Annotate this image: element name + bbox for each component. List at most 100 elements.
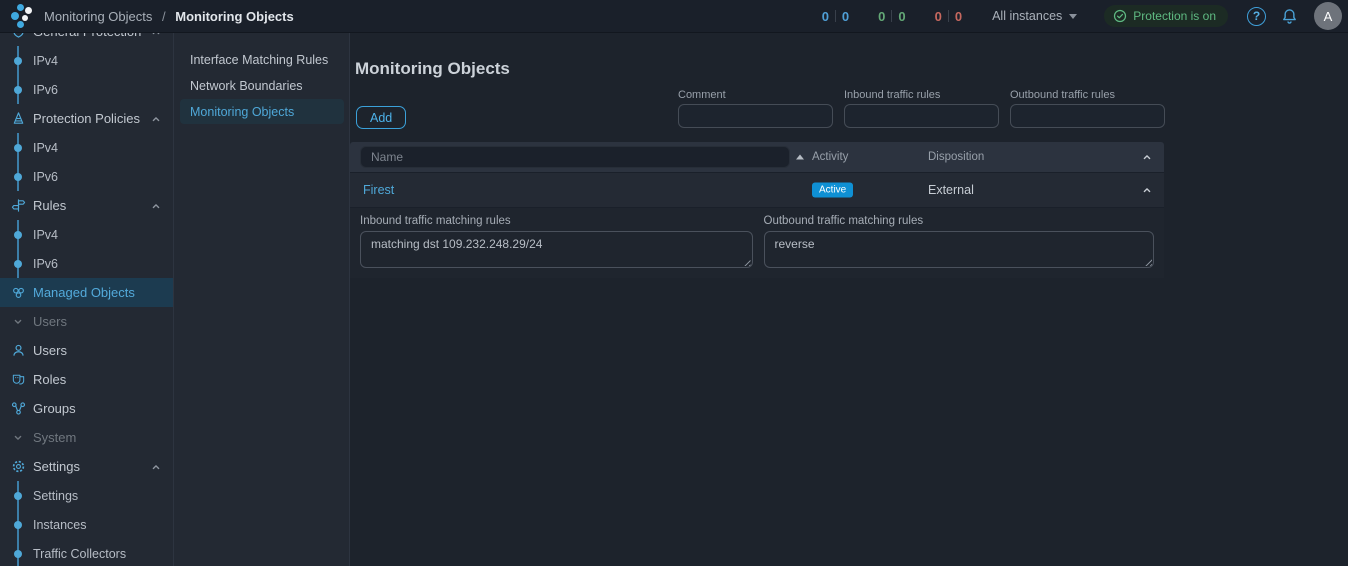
sidebar-item-settings[interactable]: Settings (0, 452, 173, 481)
outbound-traffic-rules-input[interactable] (1010, 104, 1165, 128)
subnav-item-label: Interface Matching Rules (190, 53, 328, 67)
filter-label: Comment (678, 89, 833, 101)
sidebar-item-label: Users (33, 314, 67, 329)
user-avatar[interactable]: A (1314, 2, 1342, 30)
sidebar-item-ipv4[interactable]: IPv4 (0, 220, 173, 249)
chevron-up-icon (150, 461, 162, 473)
comment-input[interactable] (678, 104, 833, 128)
protection-status-badge[interactable]: Protection is on (1104, 5, 1228, 27)
alert-counters: 000000 (822, 9, 962, 24)
sidebar-item-ipv6[interactable]: IPv6 (0, 75, 173, 104)
instances-dropdown[interactable]: All instances (992, 9, 1077, 23)
row-name-link[interactable]: Firest (363, 183, 394, 197)
breadcrumb: Monitoring Objects / Monitoring Objects (44, 9, 294, 24)
app-logo-icon[interactable] (9, 3, 35, 29)
row-disposition: External (928, 183, 974, 197)
sidebar-item-system[interactable]: System (0, 423, 173, 452)
sidebar-item-ipv4[interactable]: IPv4 (0, 133, 173, 162)
sidebar-item-label: IPv6 (33, 83, 58, 97)
sidebar-item-label: IPv4 (33, 54, 58, 68)
sidebar-item-users[interactable]: Users (0, 307, 173, 336)
inbound-rules-textarea[interactable]: matching dst 109.232.248.29/24 (360, 231, 753, 268)
sidebar-item-label: Instances (33, 518, 87, 532)
sidebar-item-label: Protection Policies (33, 111, 140, 126)
sidebar-item-label: Users (33, 343, 67, 358)
subnav-item-monitoring-objects[interactable]: Monitoring Objects (180, 99, 344, 124)
counter-pair[interactable]: 00 (822, 9, 849, 24)
sidebar-item-traffic-collectors[interactable]: Traffic Collectors (0, 539, 173, 566)
chevron-up-icon (150, 200, 162, 212)
sidebar-item-rules[interactable]: Rules (0, 191, 173, 220)
sidebar-item-label: System (33, 430, 76, 445)
breadcrumb-parent[interactable]: Monitoring Objects (44, 9, 152, 24)
main-content: Monitoring Objects Comment Inbound traffi… (350, 33, 1348, 566)
outbound-rules-group: Outbound traffic matching rules reverse (764, 215, 1155, 268)
row-collapse-chevron-icon[interactable] (1141, 184, 1153, 196)
outbound-rules-label: Outbound traffic matching rules (764, 215, 1155, 227)
column-header-disposition[interactable]: Disposition (928, 151, 984, 163)
groups-icon (9, 400, 27, 418)
sidebar-item-label: Roles (33, 372, 66, 387)
rules-icon (9, 197, 27, 215)
gear-icon (9, 458, 27, 476)
notifications-bell-icon[interactable] (1281, 8, 1298, 25)
filter-comment: Comment (678, 89, 833, 128)
breadcrumb-separator: / (162, 9, 166, 24)
subnav-item-interface-matching-rules[interactable]: Interface Matching Rules (180, 47, 344, 72)
table-row: FirestActiveExternal (350, 172, 1164, 207)
outbound-rules-textarea[interactable]: reverse (764, 231, 1155, 268)
sidebar-item-label: Settings (33, 489, 78, 503)
counter-value: 0 (898, 9, 905, 24)
counter-value: 0 (935, 9, 942, 24)
objects-table: Activity Disposition FirestActiveExterna… (350, 142, 1164, 278)
user-icon (9, 342, 27, 360)
counter-divider (835, 10, 836, 22)
check-circle-icon (1113, 9, 1127, 23)
name-filter-input[interactable] (360, 146, 790, 168)
shield-icon (9, 33, 27, 41)
collapse-all-chevron-icon[interactable] (1141, 151, 1153, 163)
topbar: Monitoring Objects / Monitoring Objects … (0, 0, 1348, 33)
counter-divider (948, 10, 949, 22)
secondary-sidebar: Interface Matching Rules Network Boundari… (174, 33, 350, 566)
subnav-item-network-boundaries[interactable]: Network Boundaries (180, 73, 344, 98)
policies-icon (9, 110, 27, 128)
chevron-up-icon (150, 33, 162, 38)
sidebar-item-label: Rules (33, 198, 66, 213)
sidebar-item-ipv4[interactable]: IPv4 (0, 46, 173, 75)
page-title: Monitoring Objects (355, 59, 510, 79)
sidebar: General ProtectionIPv4IPv6Protection Pol… (0, 33, 174, 566)
subnav-item-label: Monitoring Objects (190, 105, 294, 119)
sidebar-item-ipv6[interactable]: IPv6 (0, 249, 173, 278)
sidebar-item-groups[interactable]: Groups (0, 394, 173, 423)
counter-value: 0 (878, 9, 885, 24)
counter-pair[interactable]: 00 (935, 9, 962, 24)
sidebar-item-label: Managed Objects (33, 285, 135, 300)
sidebar-item-label: Traffic Collectors (33, 547, 126, 561)
sidebar-item-protection-policies[interactable]: Protection Policies (0, 104, 173, 133)
filter-fields: CommentInbound traffic rulesOutbound tra… (678, 89, 1165, 128)
column-header-activity[interactable]: Activity (812, 151, 848, 163)
counter-pair[interactable]: 00 (878, 9, 905, 24)
sidebar-item-managed-objects[interactable]: Managed Objects (0, 278, 173, 307)
help-icon[interactable]: ? (1247, 7, 1266, 26)
sidebar-item-label: Groups (33, 401, 76, 416)
protection-status-label: Protection is on (1133, 9, 1216, 23)
sidebar-item-roles[interactable]: Roles (0, 365, 173, 394)
sort-ascending-icon[interactable] (796, 155, 804, 160)
inbound-traffic-rules-input[interactable] (844, 104, 999, 128)
sidebar-item-label: Settings (33, 459, 80, 474)
counter-value: 0 (822, 9, 829, 24)
row-details: Inbound traffic matching rules matching … (350, 207, 1164, 278)
sidebar-item-settings[interactable]: Settings (0, 481, 173, 510)
add-button[interactable]: Add (356, 106, 406, 129)
sidebar-item-users[interactable]: Users (0, 336, 173, 365)
inbound-rules-group: Inbound traffic matching rules matching … (360, 215, 753, 268)
sidebar-item-label: IPv6 (33, 257, 58, 271)
chevron-up-icon (150, 113, 162, 125)
sidebar-item-general-protection[interactable]: General Protection (0, 33, 173, 46)
counter-divider (891, 10, 892, 22)
filter-label: Inbound traffic rules (844, 89, 999, 101)
sidebar-item-ipv6[interactable]: IPv6 (0, 162, 173, 191)
sidebar-item-instances[interactable]: Instances (0, 510, 173, 539)
